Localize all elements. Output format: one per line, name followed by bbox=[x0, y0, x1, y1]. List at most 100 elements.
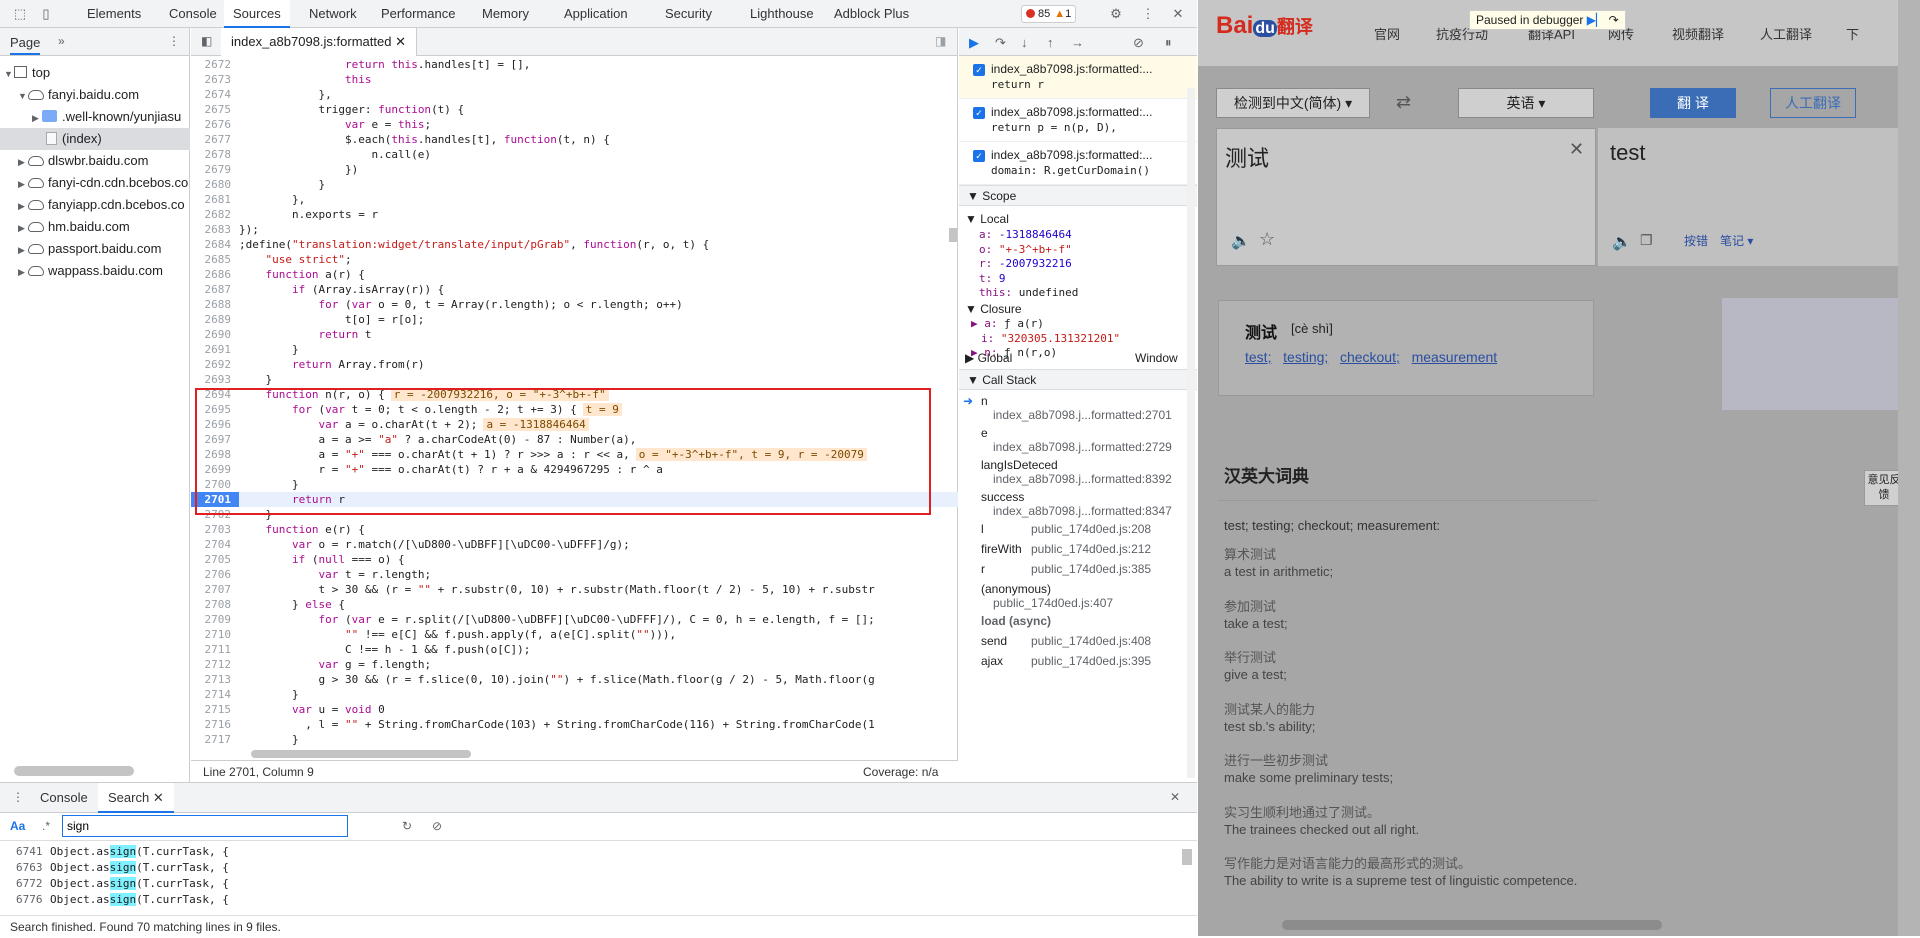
closure-variable[interactable]: i: "320305.131321201" bbox=[981, 332, 1120, 345]
tree-item-domain[interactable]: ▶ hm.baidu.com bbox=[0, 216, 190, 238]
more-tabs-icon[interactable]: » bbox=[58, 34, 65, 48]
code-line[interactable]: 2674 }, bbox=[191, 87, 958, 102]
code-line[interactable]: 2676 var e = this; bbox=[191, 117, 958, 132]
line-number[interactable]: 2715 bbox=[191, 702, 239, 717]
navigator-hscrollbar[interactable] bbox=[14, 766, 134, 776]
line-number[interactable]: 2685 bbox=[191, 252, 239, 267]
callstack-frame[interactable]: langIsDeteced index_a8b7098.j...formatted… bbox=[959, 458, 1184, 490]
breakpoint-checkbox[interactable]: ✓ bbox=[973, 64, 985, 76]
callstack-frame[interactable]: success index_a8b7098.j...formatted:8347 bbox=[959, 490, 1184, 522]
code-line[interactable]: 2710 "" !== e[C] && f.push.apply(f, a(e[… bbox=[191, 627, 958, 642]
step-into-icon[interactable]: ↓ bbox=[1021, 35, 1028, 50]
tree-item-domain[interactable]: ▶ passport.baidu.com bbox=[0, 238, 190, 260]
close-drawer-icon[interactable]: ✕ bbox=[1170, 790, 1180, 804]
breakpoint-item[interactable]: ✓ index_a8b7098.js:formatted:... return r bbox=[959, 56, 1197, 99]
speaker-icon[interactable]: 🔈 bbox=[1612, 232, 1632, 252]
code-line[interactable]: 2679 }) bbox=[191, 162, 958, 177]
line-number[interactable]: 2683 bbox=[191, 222, 239, 237]
inspect-icon[interactable]: ⬚ bbox=[12, 6, 28, 22]
line-number[interactable]: 2703 bbox=[191, 522, 239, 537]
callstack-frame[interactable]: ajax public_174d0ed.js:395 bbox=[959, 654, 1184, 674]
callstack-frame[interactable]: fireWith public_174d0ed.js:212 bbox=[959, 542, 1184, 562]
code-line[interactable]: 2692 return Array.from(r) bbox=[191, 357, 958, 372]
line-number[interactable]: 2708 bbox=[191, 597, 239, 612]
code-line[interactable]: 2684 ;define("translation:widget/translat… bbox=[191, 237, 958, 252]
clear-search-icon[interactable]: ⊘ bbox=[432, 819, 442, 833]
line-number[interactable]: 2695 bbox=[191, 402, 239, 417]
code-line[interactable]: 2677 $.each(this.handles[t], function(t,… bbox=[191, 132, 958, 147]
issues-badge[interactable]: 85 ▲1 bbox=[1021, 5, 1077, 23]
tab-performance[interactable]: Performance bbox=[372, 0, 464, 28]
line-number[interactable]: 2704 bbox=[191, 537, 239, 552]
tab-sources[interactable]: Sources bbox=[224, 0, 290, 28]
scope-section-header[interactable]: ▼ Scope bbox=[959, 185, 1197, 206]
resume-icon[interactable]: ▶ bbox=[969, 35, 979, 51]
code-line[interactable]: 2680 } bbox=[191, 177, 958, 192]
line-number[interactable]: 2680 bbox=[191, 177, 239, 192]
line-number[interactable]: 2672 bbox=[191, 57, 239, 72]
code-line[interactable]: 2709 for (var e = r.split(/[\uD800-\uDBF… bbox=[191, 612, 958, 627]
editor-file-tab[interactable]: index_a8b7098.js:formatted ✕ bbox=[221, 28, 417, 56]
tree-item-domain[interactable]: ▶ fanyi-cdn.cdn.bcebos.co bbox=[0, 172, 190, 194]
human-translation-button[interactable]: 人工翻译 bbox=[1770, 88, 1856, 118]
breakpoint-checkbox[interactable]: ✓ bbox=[973, 150, 985, 162]
line-number[interactable]: 2694 bbox=[191, 387, 239, 402]
code-line[interactable]: 2697 a = a >= "a" ? a.charCodeAt(0) - 87… bbox=[191, 432, 958, 447]
code-line[interactable]: 2675 trigger: function(t) { bbox=[191, 102, 958, 117]
line-number[interactable]: 2691 bbox=[191, 342, 239, 357]
search-result-row[interactable]: 6772 Object.assign(T.currTask, { bbox=[16, 877, 229, 890]
breakpoint-item[interactable]: ✓ index_a8b7098.js:formatted:... domain: R… bbox=[959, 142, 1197, 185]
callstack-frame[interactable]: send public_174d0ed.js:408 bbox=[959, 634, 1184, 654]
search-result-row[interactable]: 6741 Object.assign(T.currTask, { bbox=[16, 845, 229, 858]
code-line[interactable]: 2704 var o = r.match(/[\uD800-\uDBFF][\u… bbox=[191, 537, 958, 552]
tab-memory[interactable]: Memory bbox=[473, 0, 538, 28]
callstack-frame[interactable]: l public_174d0ed.js:208 bbox=[959, 522, 1184, 542]
code-line[interactable]: 2705 if (null === o) { bbox=[191, 552, 958, 567]
line-number[interactable]: 2707 bbox=[191, 582, 239, 597]
scope-variable[interactable]: o: "+-3^+b+-f" bbox=[979, 243, 1072, 256]
tree-item-domain[interactable]: ▶ dlswbr.baidu.com bbox=[0, 150, 190, 172]
code-line[interactable]: 2703 function e(r) { bbox=[191, 522, 958, 537]
translate-button[interactable]: 翻 译 bbox=[1650, 88, 1736, 118]
meaning-link[interactable]: checkout; bbox=[1340, 349, 1400, 365]
close-devtools-icon[interactable]: ✕ bbox=[1170, 6, 1186, 22]
callstack-section-header[interactable]: ▼ Call Stack bbox=[959, 369, 1197, 390]
line-number[interactable]: 2711 bbox=[191, 642, 239, 657]
line-number[interactable]: 2696 bbox=[191, 417, 239, 432]
callstack-frame[interactable]: r public_174d0ed.js:385 bbox=[959, 562, 1184, 582]
code-line[interactable]: 2683}); bbox=[191, 222, 958, 237]
tab-network[interactable]: Network bbox=[300, 0, 366, 28]
code-line[interactable]: 2696 var a = o.charAt(t + 2); a = -131884… bbox=[191, 417, 958, 432]
star-icon[interactable]: ☆ bbox=[1259, 229, 1275, 250]
toggle-navigator-icon[interactable]: ◧ bbox=[201, 34, 212, 48]
notes-link[interactable]: 笔记 ▾ bbox=[1720, 232, 1753, 249]
navigator-tab-page[interactable]: Page bbox=[10, 35, 41, 55]
line-number[interactable]: 2677 bbox=[191, 132, 239, 147]
scope-variable[interactable]: t: 9 bbox=[979, 272, 1006, 285]
line-number[interactable]: 2698 bbox=[191, 447, 239, 462]
step-out-icon[interactable]: ↑ bbox=[1047, 35, 1054, 50]
breakpoint-checkbox[interactable]: ✓ bbox=[973, 107, 985, 119]
line-number[interactable]: 2713 bbox=[191, 672, 239, 687]
tab-application[interactable]: Application bbox=[555, 0, 637, 28]
tab-adblock-plus[interactable]: Adblock Plus bbox=[825, 0, 918, 28]
breakpoint-item[interactable]: ✓ index_a8b7098.js:formatted:... return p … bbox=[959, 99, 1197, 142]
promo-illustration[interactable] bbox=[1722, 298, 1920, 410]
tab-console[interactable]: Console bbox=[160, 0, 226, 28]
line-number[interactable]: 2697 bbox=[191, 432, 239, 447]
meaning-link[interactable]: testing; bbox=[1283, 349, 1328, 365]
code-line[interactable]: 2717 } bbox=[191, 732, 958, 747]
line-number[interactable]: 2700 bbox=[191, 477, 239, 492]
code-line[interactable]: 2714 } bbox=[191, 687, 958, 702]
code-line[interactable]: 2698 a = "+" === o.charAt(t + 1) ? r >>>… bbox=[191, 447, 958, 462]
resume-icon[interactable]: ▶▏ bbox=[1587, 13, 1605, 27]
tree-item-index[interactable]: (index) bbox=[0, 128, 190, 150]
line-number[interactable]: 2675 bbox=[191, 102, 239, 117]
nav-human[interactable]: 人工翻译 bbox=[1760, 24, 1812, 43]
line-number[interactable]: 2705 bbox=[191, 552, 239, 567]
line-number[interactable]: 2692 bbox=[191, 357, 239, 372]
copy-icon[interactable]: ❐ bbox=[1640, 232, 1653, 249]
line-number[interactable]: 2717 bbox=[191, 732, 239, 747]
code-line[interactable]: 2672 return this.handles[t] = [], bbox=[191, 57, 958, 72]
line-number[interactable]: 2693 bbox=[191, 372, 239, 387]
